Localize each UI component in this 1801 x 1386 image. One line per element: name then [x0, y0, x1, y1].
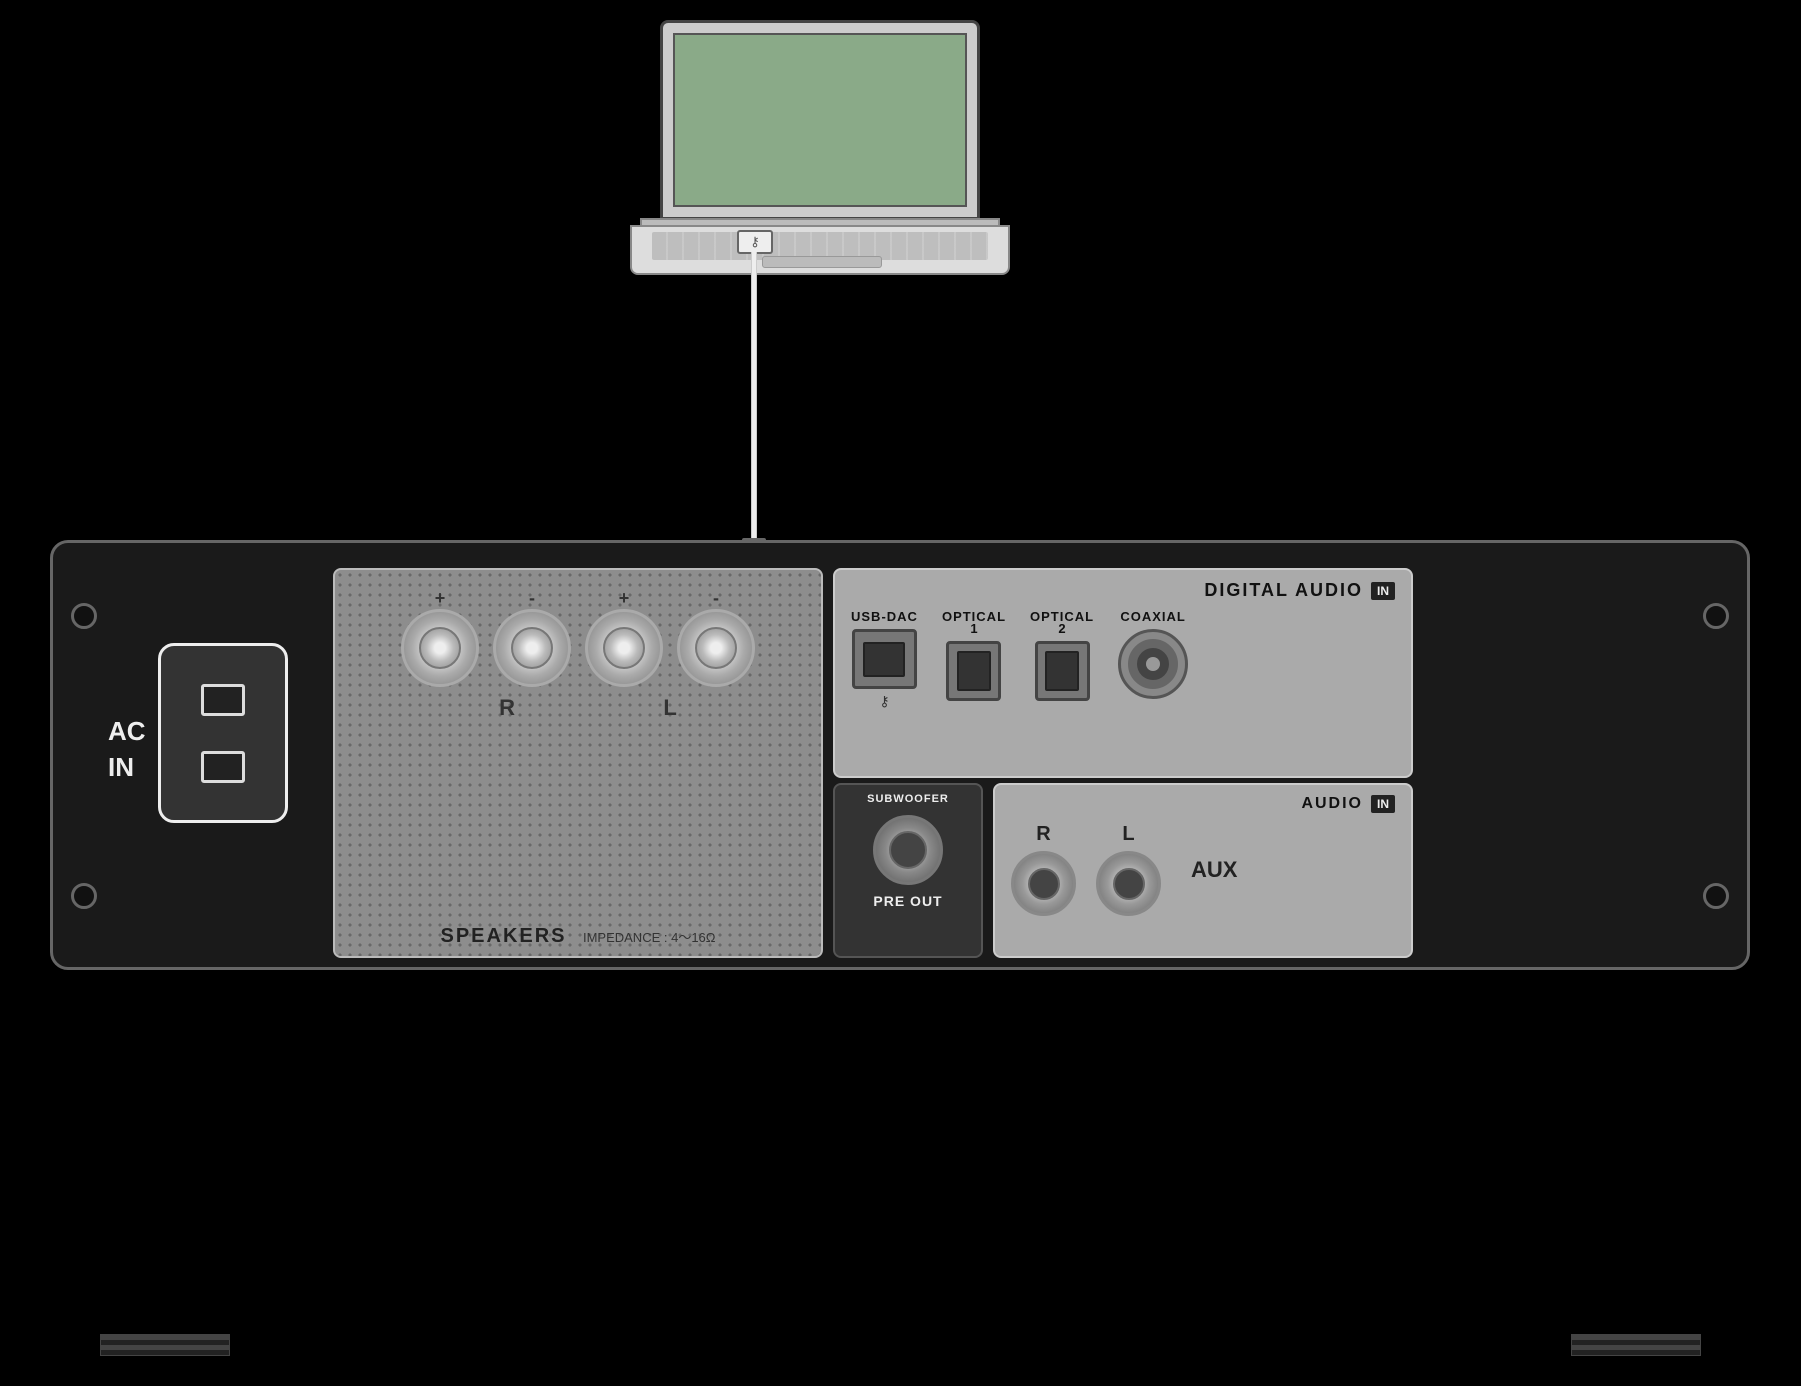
usb-dac-label: USB-DAC [851, 609, 918, 624]
mount-hole-right-bottom [1703, 883, 1729, 909]
rca-l-group: L [1096, 823, 1161, 916]
polarity-label: - [713, 588, 719, 609]
speaker-terminal-neg-1: - [493, 588, 571, 687]
ac-in-section: AC IN [103, 573, 323, 933]
optical2-group: OPTICAL 2 [1030, 609, 1094, 701]
channel-r: R [499, 695, 515, 721]
usb-plug-laptop: ⚷ [737, 230, 773, 254]
optical2-num: 2 [1058, 621, 1065, 636]
audio-in-section: AUDIO IN R L AUX [993, 783, 1413, 958]
polarity-label: + [619, 588, 630, 609]
digital-audio-header: DIGITAL AUDIO IN [851, 580, 1395, 601]
coaxial-group: COAXIAL [1118, 609, 1188, 699]
rca-r-group: R [1011, 823, 1076, 916]
coaxial-label: COAXIAL [1120, 609, 1186, 624]
coaxial-ring1 [1126, 637, 1180, 691]
speaker-terminal-pos-1: + [401, 588, 479, 687]
pre-out-section: SUBWOOFER PRE OUT [833, 783, 983, 958]
rca-r-label: R [1036, 823, 1050, 846]
speaker-channel-labels: R L [345, 695, 811, 721]
rca-r-jack [1011, 851, 1076, 916]
mount-hole-right-top [1703, 603, 1729, 629]
coaxial-center [1146, 657, 1160, 671]
audio-in-badge: IN [1371, 795, 1395, 813]
subwoofer-label: SUBWOOFER [867, 793, 949, 805]
speakers-label: SPEAKERS [440, 925, 566, 947]
terminal-knob [585, 609, 663, 687]
subwoofer-jack [873, 815, 943, 885]
optical1-slot [957, 651, 991, 691]
laptop-screen [673, 33, 967, 207]
digital-audio-section: DIGITAL AUDIO IN USB-DAC ⚷ OPTICAL 1 [833, 568, 1413, 778]
mount-hole-left-top [71, 603, 97, 629]
deco-line-right [1571, 1334, 1701, 1356]
ac-slot-bottom [201, 751, 245, 783]
mount-hole-left-bottom [71, 883, 97, 909]
subwoofer-jack-inner [889, 831, 927, 869]
audio-label: AUDIO [1301, 795, 1363, 813]
polarity-label: + [435, 588, 446, 609]
usb-dac-slot [863, 642, 905, 677]
rca-l-label: L [1122, 823, 1134, 846]
laptop [600, 20, 1040, 300]
terminal-knob [401, 609, 479, 687]
amplifier-body: AC IN + - [50, 540, 1750, 970]
usb-dac-icon: ⚷ [879, 693, 889, 710]
speaker-terminal-pos-2: + [585, 588, 663, 687]
aux-label: AUX [1191, 857, 1237, 883]
speaker-terminals-top: + - + [345, 588, 811, 687]
coaxial-port [1118, 629, 1188, 699]
optical1-group: OPTICAL 1 [942, 609, 1006, 701]
audio-in-header: AUDIO IN [1011, 795, 1395, 813]
usb-cable-segment-top [751, 252, 757, 352]
usb-cable-segment-mid [751, 350, 757, 540]
usb-cable-horizontal [751, 252, 755, 254]
impedance-label: IMPEDANCE : 4～16Ω [583, 930, 716, 945]
digital-connectors-row: USB-DAC ⚷ OPTICAL 1 OPTICAL 2 [851, 609, 1395, 710]
optical1-num: 1 [970, 621, 977, 636]
speaker-label-area: SPEAKERS IMPEDANCE : 4～16Ω [335, 925, 821, 948]
optical1-port [946, 641, 1001, 701]
digital-audio-title: DIGITAL AUDIO [1204, 580, 1363, 601]
rca-row: R L AUX [1011, 823, 1395, 916]
polarity-label: - [529, 588, 535, 609]
terminal-knob [493, 609, 571, 687]
speaker-terminal-neg-2: - [677, 588, 755, 687]
ac-socket [158, 643, 288, 823]
speaker-section: + - + [333, 568, 823, 958]
optical2-port [1035, 641, 1090, 701]
digital-audio-in-badge: IN [1371, 582, 1395, 600]
pre-out-label: PRE OUT [873, 893, 942, 909]
usb-symbol-laptop: ⚷ [750, 234, 760, 250]
optical2-slot [1045, 651, 1079, 691]
deco-line-left [100, 1334, 230, 1356]
usb-dac-group: USB-DAC ⚷ [851, 609, 918, 710]
laptop-touchpad [762, 256, 882, 268]
ac-slot-top [201, 684, 245, 716]
rca-l-inner [1113, 868, 1145, 900]
rca-r-inner [1028, 868, 1060, 900]
laptop-screen-bezel [660, 20, 980, 220]
channel-l: L [663, 695, 676, 721]
terminal-knob [677, 609, 755, 687]
laptop-base [630, 225, 1010, 275]
usb-dac-port [852, 629, 917, 689]
coaxial-ring2 [1135, 646, 1171, 682]
ac-in-label: AC IN [108, 713, 146, 786]
rca-l-jack [1096, 851, 1161, 916]
